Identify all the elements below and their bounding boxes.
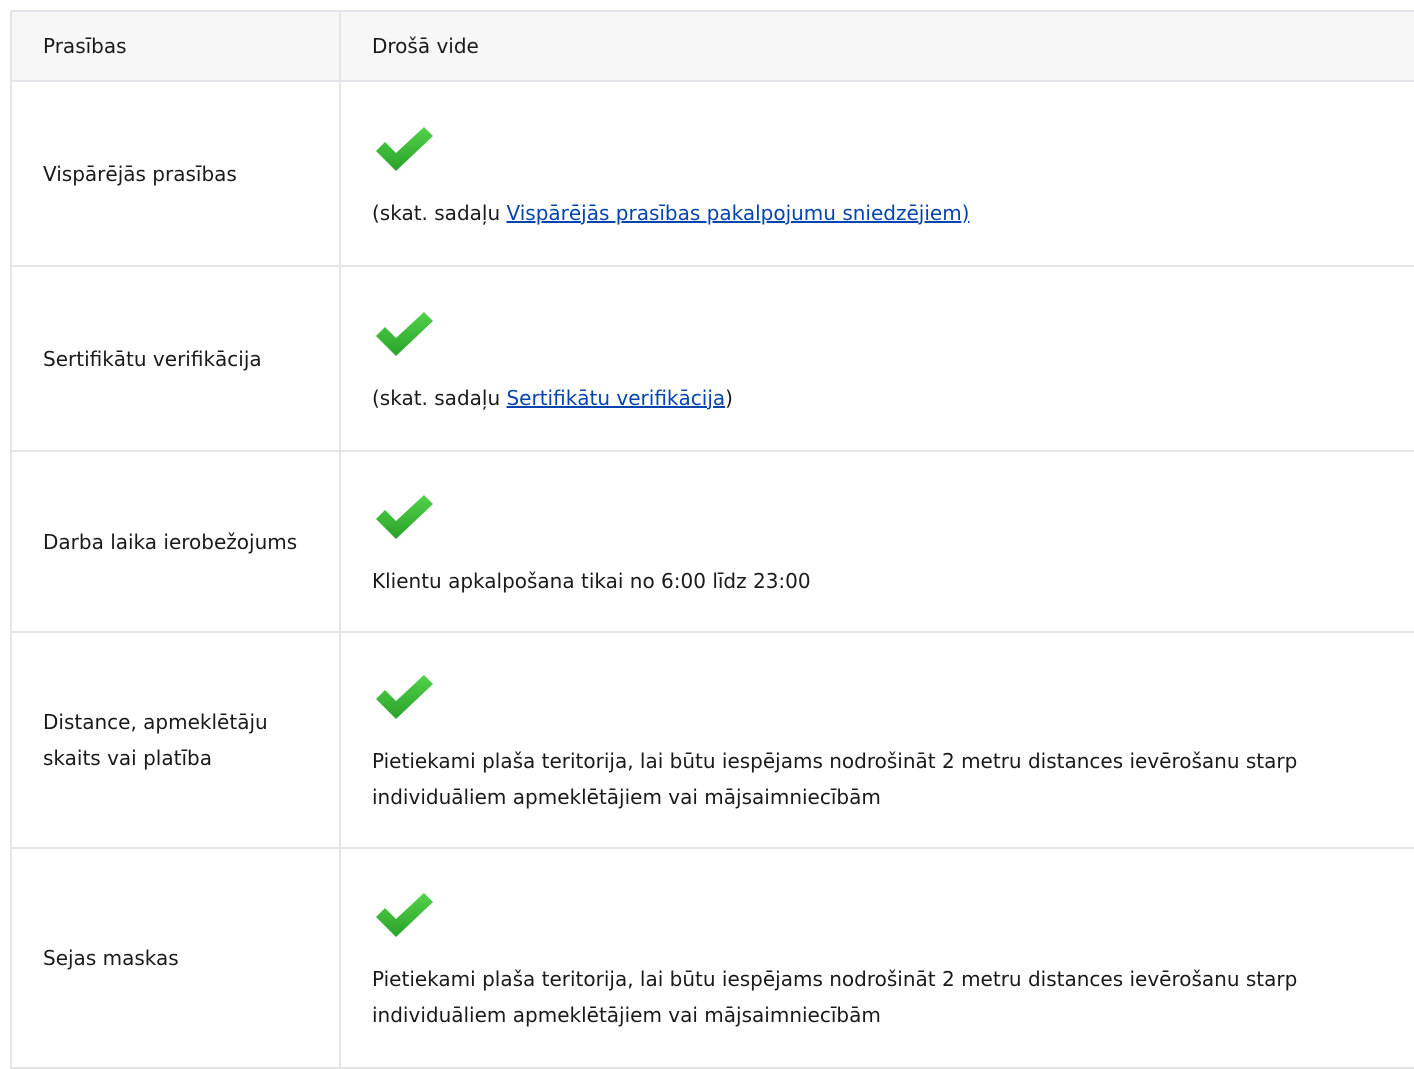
note-suffix: ) (725, 385, 733, 410)
table-row: Darba laika ierobežojums Klientu apkalpo… (12, 451, 1414, 633)
check-icon (376, 126, 433, 171)
general-requirements-link[interactable]: Vispārējās prasības pakalpojumu sniedzēj… (506, 201, 969, 225)
note-prefix: (skat. sadaļu (372, 200, 507, 225)
requirement-value: Klientu apkalpošana tikai no 6:00 līdz 2… (340, 451, 1414, 633)
requirement-note: Pietiekami plaša teritorija, lai būtu ie… (372, 967, 1298, 1027)
column-header-requirements: Prasības (12, 12, 341, 82)
requirement-note: Pietiekami plaša teritorija, lai būtu ie… (372, 749, 1298, 809)
check-icon (376, 494, 433, 539)
requirement-note: (skat. sadaļu Vispārējās prasības pakalp… (372, 195, 1391, 231)
table-row: Distance, apmeklētāju skaits vai platība (12, 632, 1414, 849)
certificate-verification-link[interactable]: Sertifikātu verifikācija (506, 386, 725, 410)
requirements-table: Prasības Drošā vide Vispārējās prasības (12, 12, 1414, 1069)
requirements-table-container: Prasības Drošā vide Vispārējās prasības (10, 10, 1414, 1069)
requirement-label: Sejas maskas (12, 848, 341, 1069)
requirement-value: Pietiekami plaša teritorija, lai būtu ie… (340, 848, 1414, 1069)
requirement-value: Pietiekami plaša teritorija, lai būtu ie… (340, 632, 1414, 849)
requirement-label: Darba laika ierobežojums (12, 451, 341, 633)
table-row: Vispārējās prasības (skat. sadaļu Vispār… (12, 81, 1414, 267)
note-prefix: (skat. sadaļu (372, 385, 507, 410)
table-row: Sertifikātu verifikācija (skat. sadaļu S… (12, 266, 1414, 452)
check-icon (376, 893, 433, 937)
column-header-safe-environment: Drošā vide (340, 12, 1414, 82)
requirement-note: (skat. sadaļu Sertifikātu verifikācija) (372, 380, 1391, 416)
check-icon (376, 675, 433, 719)
table-header-row: Prasības Drošā vide (12, 12, 1414, 82)
requirement-value: (skat. sadaļu Vispārējās prasības pakalp… (340, 81, 1414, 267)
requirement-note: Klientu apkalpošana tikai no 6:00 līdz 2… (372, 568, 811, 593)
check-icon (376, 311, 433, 356)
requirement-value: (skat. sadaļu Sertifikātu verifikācija) (340, 266, 1414, 452)
table-row: Sejas maskas Pietiekami plaša teritorija… (12, 848, 1414, 1069)
requirement-label: Vispārējās prasības (12, 81, 341, 267)
requirement-label: Sertifikātu verifikācija (12, 266, 341, 452)
requirement-label: Distance, apmeklētāju skaits vai platība (12, 632, 341, 849)
